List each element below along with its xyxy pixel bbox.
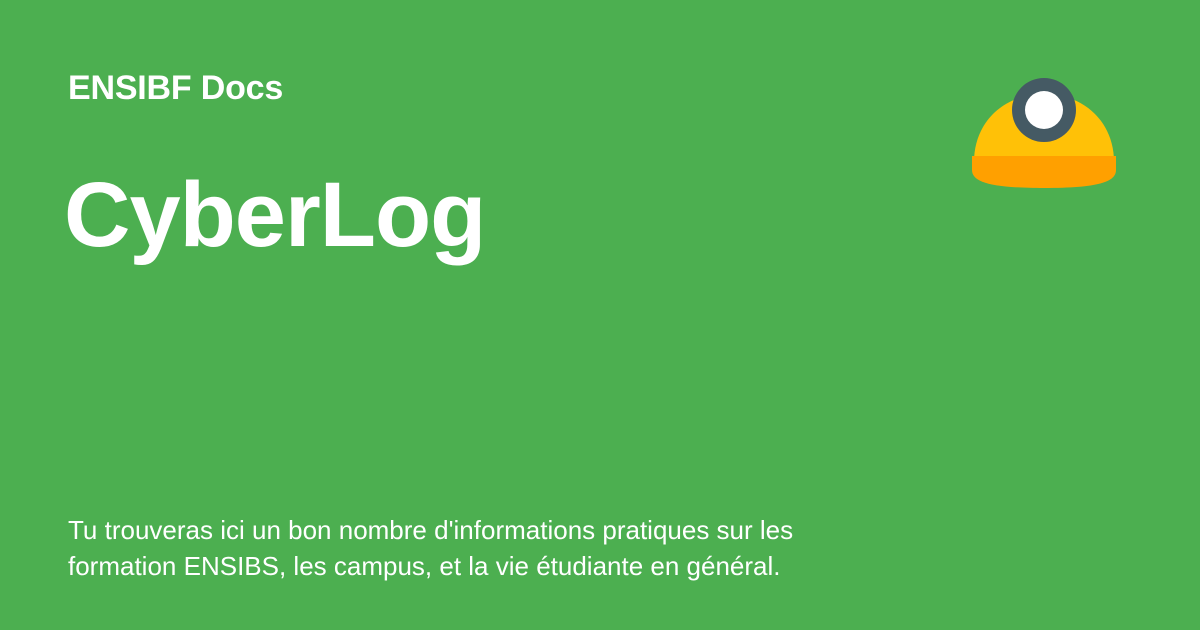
page-description: Tu trouveras ici un bon nombre d'informa… (68, 515, 794, 581)
social-card: ENSIBF Docs CyberLog Tu trouveras ici un… (0, 0, 1200, 630)
site-name: ENSIBF Docs (68, 69, 284, 107)
miner-helmet-icon (972, 78, 1116, 188)
page-title: CyberLog (64, 164, 486, 266)
